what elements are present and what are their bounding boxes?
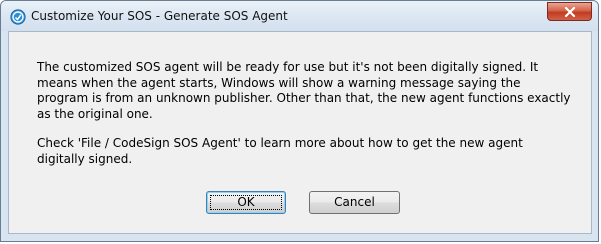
close-button[interactable] <box>547 2 592 21</box>
message-line: as the original one. <box>37 106 153 121</box>
cancel-button-label: Cancel <box>334 195 375 209</box>
message-line: means when the agent starts, Windows wil… <box>37 75 521 90</box>
message-text: The customized SOS agent will be ready f… <box>37 60 577 168</box>
message-line: The customized SOS agent will be ready f… <box>37 60 539 74</box>
message-line: Check 'File / CodeSign SOS Agent' to lea… <box>37 136 523 151</box>
message-paragraph-1: The customized SOS agent will be ready f… <box>37 60 577 122</box>
ok-button[interactable]: OK <box>206 191 286 214</box>
close-icon <box>564 7 576 17</box>
cancel-button[interactable]: Cancel <box>309 191 400 214</box>
message-line: digitally signed. <box>37 151 133 166</box>
dialog-window: Customize Your SOS - Generate SOS Agent … <box>0 0 599 242</box>
window-title: Customize Your SOS - Generate SOS Agent <box>31 9 288 23</box>
message-line: program is from an unknown publisher. Ot… <box>37 91 571 106</box>
dialog-content: The customized SOS agent will be ready f… <box>8 31 592 234</box>
focus-rectangle <box>210 195 282 210</box>
title-bar[interactable]: Customize Your SOS - Generate SOS Agent <box>1 1 598 31</box>
message-paragraph-2: Check 'File / CodeSign SOS Agent' to lea… <box>37 136 577 167</box>
sos-app-icon <box>10 9 26 25</box>
